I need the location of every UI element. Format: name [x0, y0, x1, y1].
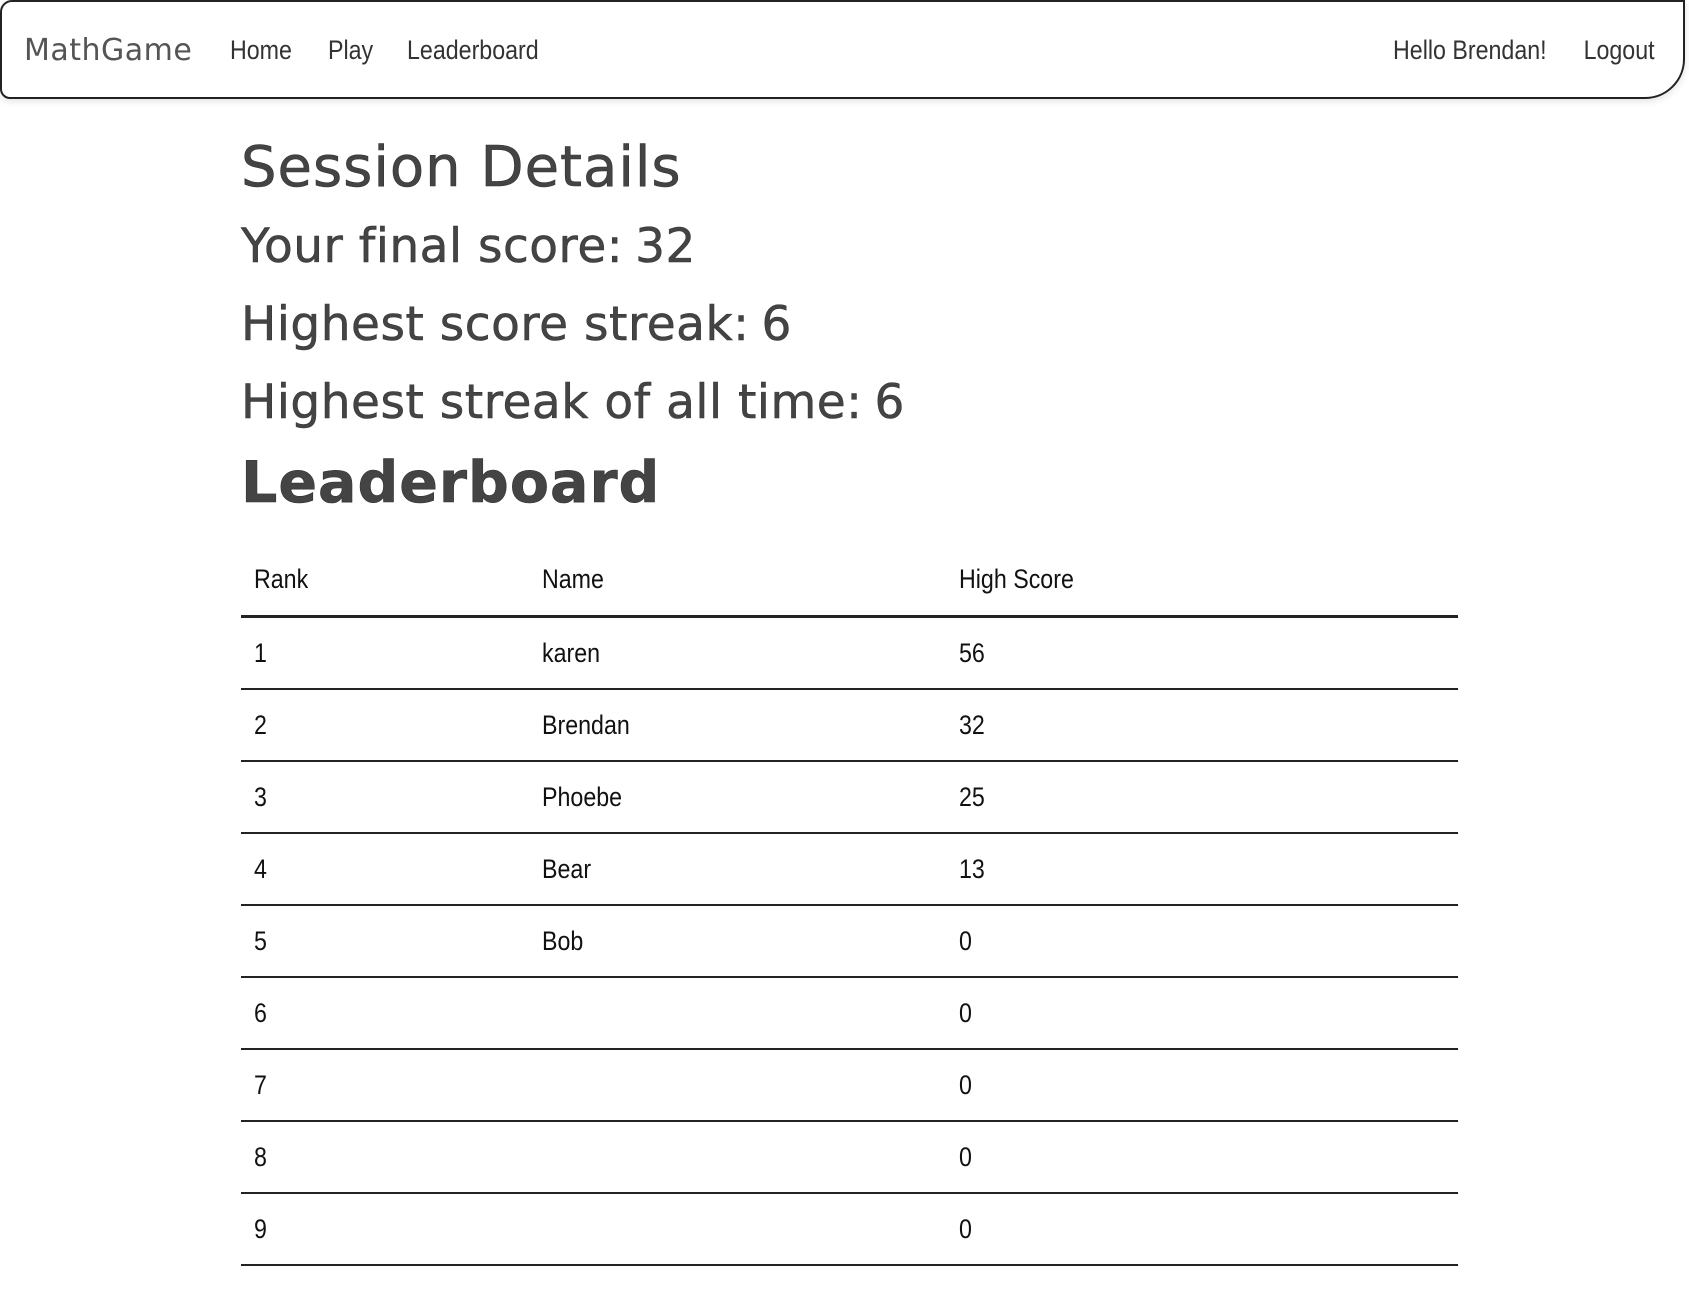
table-row: 9 0: [241, 1193, 1458, 1266]
name-cell: karen: [528, 616, 947, 690]
table-row: 3 Phoebe 25: [241, 761, 1458, 834]
rank-cell: 7: [241, 1049, 529, 1122]
session-details-heading: Session Details: [241, 135, 682, 201]
rank-cell: 9: [241, 1193, 529, 1266]
streak-line: Highest score streak: 6: [241, 286, 1458, 364]
leaderboard-table: Rank Name High Score 1 karen 56 2 Brenda…: [241, 543, 1458, 1266]
user-greeting[interactable]: Hello Brendan!: [1393, 35, 1547, 66]
table-row: 2 Brendan 32: [241, 689, 1458, 762]
logout-link[interactable]: Logout: [1584, 35, 1655, 66]
main-content: Session Details Your final score: 32 High…: [241, 128, 1458, 524]
streak-label: Highest score streak:: [241, 297, 750, 353]
name-cell: Bear: [528, 833, 947, 906]
table-row: 1 karen 56: [241, 616, 1458, 690]
table-row: 5 Bob 0: [241, 905, 1458, 978]
table-row: 6 0: [241, 977, 1458, 1050]
name-cell: Phoebe: [528, 761, 947, 834]
name-cell: [528, 1193, 947, 1266]
rank-cell: 4: [241, 833, 529, 906]
column-header-rank: Rank: [241, 543, 529, 618]
brand-link[interactable]: MathGame: [24, 33, 192, 68]
final-score-value: 32: [635, 219, 696, 275]
rank-cell: 8: [241, 1121, 529, 1194]
name-cell: [528, 977, 947, 1050]
all-time-streak-line: Highest streak of all time: 6: [241, 364, 1458, 442]
score-cell: 0: [946, 905, 1458, 978]
all-time-streak-label: Highest streak of all time:: [241, 375, 863, 431]
name-cell: Brendan: [528, 689, 947, 762]
score-cell: 0: [946, 1049, 1458, 1122]
score-cell: 32: [946, 689, 1458, 762]
score-cell: 25: [946, 761, 1458, 834]
name-cell: [528, 1049, 947, 1122]
rank-cell: 5: [241, 905, 529, 978]
nav-link-play[interactable]: Play: [328, 35, 373, 66]
rank-cell: 3: [241, 761, 529, 834]
final-score-line: Your final score: 32: [241, 208, 1458, 286]
score-cell: 0: [946, 1121, 1458, 1194]
navbar: MathGame Home Play Leaderboard Hello Bre…: [0, 0, 1685, 99]
nav-link-home[interactable]: Home: [230, 35, 292, 66]
table-header-row: Rank Name High Score: [241, 543, 1458, 618]
table-row: 4 Bear 13: [241, 833, 1458, 906]
nav-link-leaderboard[interactable]: Leaderboard: [407, 35, 539, 66]
table-row: 8 0: [241, 1121, 1458, 1194]
streak-value: 6: [761, 297, 792, 353]
table-row: 7 0: [241, 1049, 1458, 1122]
column-header-name: Name: [528, 543, 947, 618]
rank-cell: 1: [241, 616, 529, 690]
nav-user-area: Hello Brendan! Logout: [1368, 35, 1655, 66]
all-time-streak-value: 6: [874, 375, 905, 431]
leaderboard-heading: Leaderboard: [241, 450, 661, 517]
score-cell: 13: [946, 833, 1458, 906]
score-cell: 56: [946, 616, 1458, 690]
score-cell: 0: [946, 977, 1458, 1050]
rank-cell: 2: [241, 689, 529, 762]
score-cell: 0: [946, 1193, 1458, 1266]
name-cell: [528, 1121, 947, 1194]
column-header-high-score: High Score: [946, 543, 1458, 618]
nav-links: Home Play Leaderboard: [230, 35, 560, 66]
name-cell: Bob: [528, 905, 947, 978]
rank-cell: 6: [241, 977, 529, 1050]
final-score-label: Your final score:: [241, 219, 624, 275]
